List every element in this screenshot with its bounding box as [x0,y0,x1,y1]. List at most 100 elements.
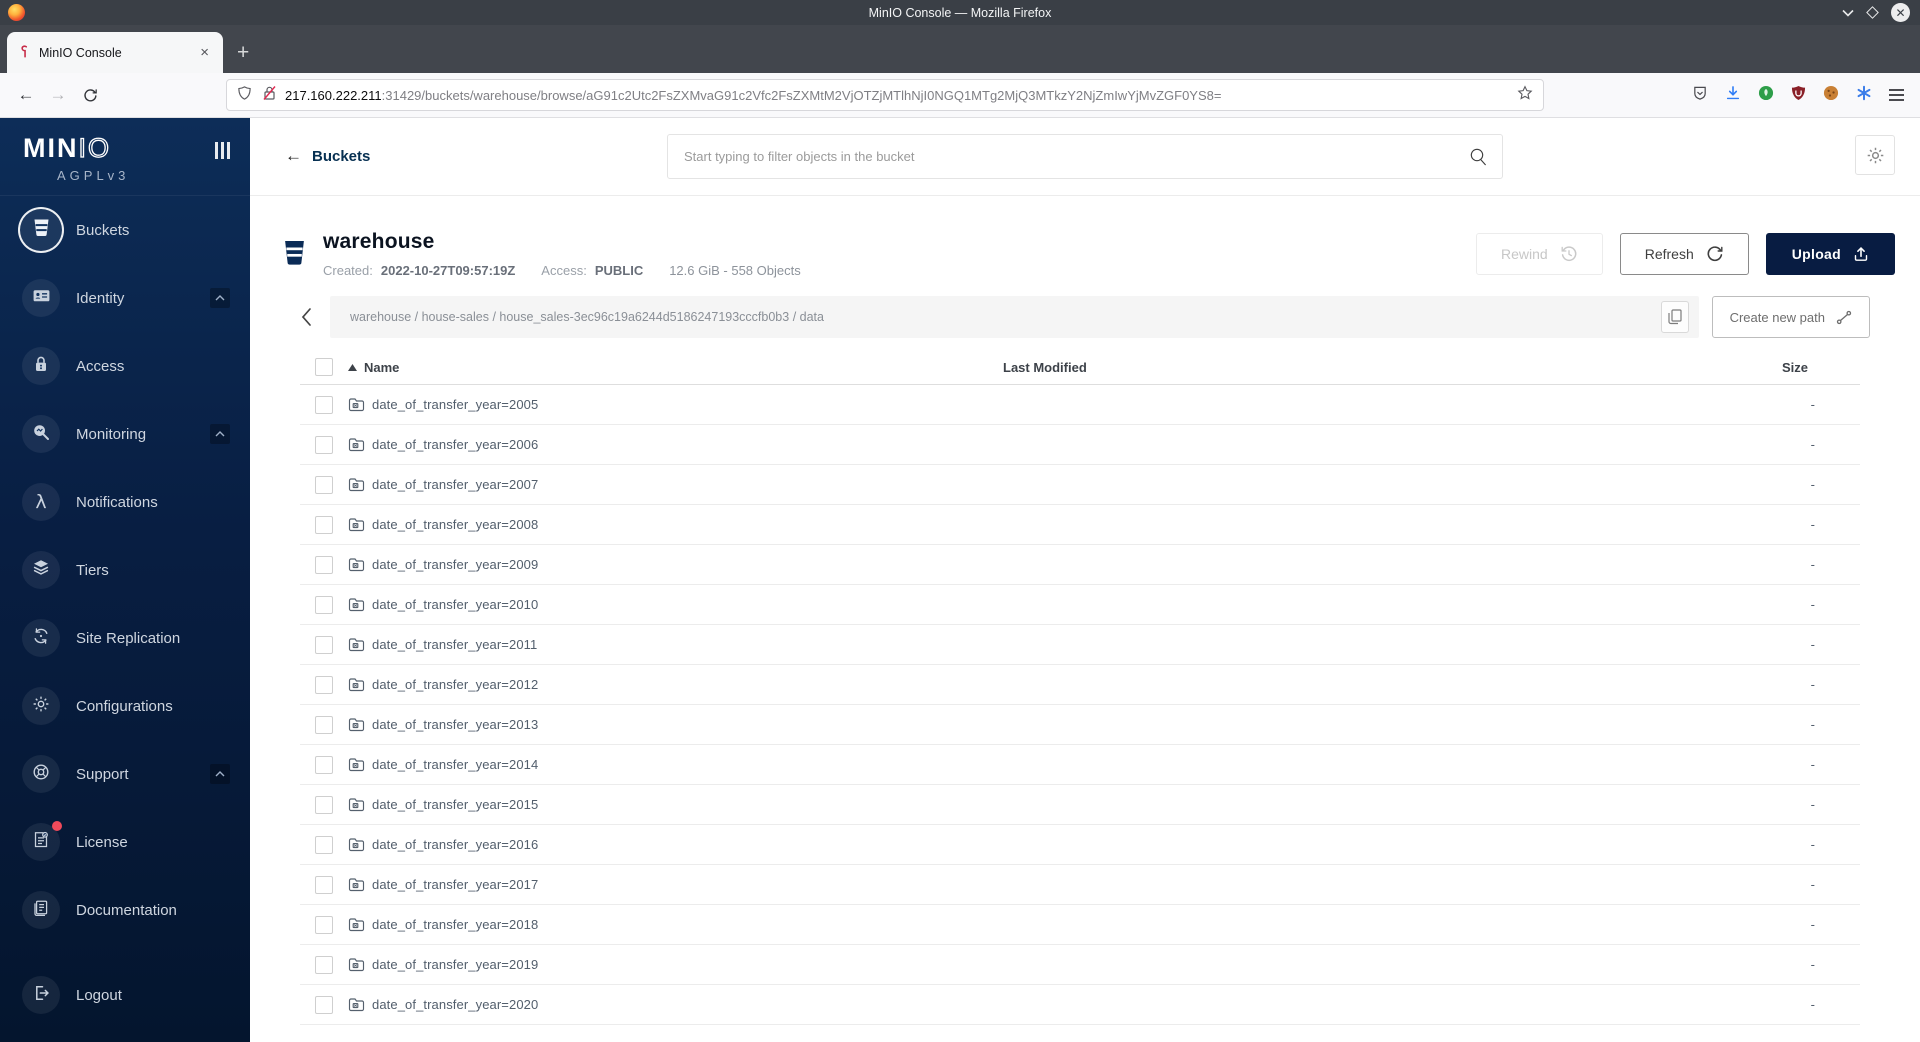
select-all-checkbox[interactable] [315,358,333,376]
monitoring-magnifier-icon [32,423,50,446]
sidebar-item-documentation[interactable]: Documentation [0,876,250,944]
row-checkbox[interactable] [315,955,333,974]
back-to-buckets-link[interactable]: ← Buckets [285,146,370,166]
insecure-lock-icon[interactable] [262,85,277,106]
row-checkbox[interactable] [315,395,333,414]
url-bar[interactable]: 217.160.222.211:31429/buckets/warehouse/… [226,79,1544,111]
sidebar-item-buckets[interactable]: Buckets [0,196,250,264]
window-close-icon[interactable]: ✕ [1891,3,1910,22]
minio-favicon [17,44,31,62]
shield-chevron-icon[interactable] [1692,85,1708,106]
lifebuoy-icon [32,763,50,786]
table-row[interactable]: date_of_transfer_year=2005 - [300,385,1860,425]
row-checkbox[interactable] [315,595,333,614]
row-checkbox[interactable] [315,995,333,1014]
row-checkbox[interactable] [315,475,333,494]
replication-arrows-icon [32,627,50,650]
row-checkbox[interactable] [315,675,333,694]
green-extension-icon[interactable] [1758,85,1774,106]
browser-tab[interactable]: MinIO Console × [7,32,223,73]
table-row[interactable]: date_of_transfer_year=2014 - [300,745,1860,785]
sidebar-item-label: Documentation [76,901,177,919]
browser-tabbar: MinIO Console × + [0,25,1920,73]
table-row[interactable]: date_of_transfer_year=2007 - [300,465,1860,505]
asterisk-extension-icon[interactable] [1856,85,1872,106]
sidebar-collapse-icon[interactable] [214,142,230,159]
last-modified-header[interactable]: Last Modified [1003,360,1748,375]
rewind-button[interactable]: Rewind [1476,233,1603,275]
table-row[interactable]: date_of_transfer_year=2019 - [300,945,1860,985]
sidebar-item-configurations[interactable]: Configurations [0,672,250,740]
sidebar-item-monitoring[interactable]: Monitoring [0,400,250,468]
name-header[interactable]: Name [348,360,1003,375]
table-row[interactable]: date_of_transfer_year=2011 - [300,625,1860,665]
copy-path-button[interactable] [1660,301,1689,333]
refresh-button[interactable]: Refresh [1619,233,1749,275]
size-header[interactable]: Size [1748,360,1860,375]
forward-icon[interactable]: → [42,80,74,110]
search-icon [1468,147,1488,167]
row-checkbox[interactable] [315,515,333,534]
chevron-up-icon[interactable] [210,288,230,308]
object-size: - [1810,837,1815,852]
sidebar-item-license[interactable]: License [0,808,250,876]
sidebar-item-access[interactable]: Access [0,332,250,400]
table-row[interactable]: date_of_transfer_year=2015 - [300,785,1860,825]
new-tab-button[interactable]: + [237,41,249,65]
row-checkbox[interactable] [315,635,333,654]
window-maximize-icon[interactable] [1866,6,1879,19]
sidebar-item-site-replication[interactable]: Site Replication [0,604,250,672]
object-size: - [1810,437,1815,452]
table-row[interactable]: date_of_transfer_year=2016 - [300,825,1860,865]
tracking-shield-icon[interactable] [237,85,252,106]
table-row[interactable]: date_of_transfer_year=2010 - [300,585,1860,625]
object-size: - [1810,957,1815,972]
back-icon[interactable]: ← [10,80,42,110]
row-checkbox[interactable] [315,875,333,894]
table-row[interactable]: date_of_transfer_year=2008 - [300,505,1860,545]
main-content: ← Buckets warehouse Created:2022-10-27T0… [250,118,1920,1042]
table-row[interactable]: date_of_transfer_year=2020 - [300,985,1860,1025]
row-checkbox[interactable] [315,715,333,734]
window-minimize-icon[interactable] [1842,9,1854,17]
sidebar-item-logout[interactable]: Logout [0,961,250,1029]
cookie-extension-icon[interactable] [1823,85,1839,106]
reload-icon[interactable] [74,80,106,110]
create-new-path-button[interactable]: Create new path [1711,296,1870,338]
table-header: Name Last Modified Size [300,350,1860,385]
table-row[interactable]: date_of_transfer_year=2013 - [300,705,1860,745]
row-checkbox[interactable] [315,435,333,454]
table-row[interactable]: date_of_transfer_year=2018 - [300,905,1860,945]
table-row[interactable]: date_of_transfer_year=2009 - [300,545,1860,585]
row-checkbox[interactable] [315,555,333,574]
downloads-icon[interactable] [1725,85,1741,106]
table-row[interactable]: date_of_transfer_year=2006 - [300,425,1860,465]
search-input[interactable] [668,149,1468,164]
settings-gear-button[interactable] [1855,135,1895,175]
chevron-up-icon[interactable] [210,764,230,784]
row-checkbox[interactable] [315,755,333,774]
copy-icon [1667,309,1682,325]
row-checkbox[interactable] [315,915,333,934]
object-name: date_of_transfer_year=2019 [372,957,539,972]
ublock-shield-icon[interactable] [1791,85,1806,106]
upload-button[interactable]: Upload [1765,233,1895,275]
tab-close-icon[interactable]: × [196,44,213,61]
row-checkbox[interactable] [315,835,333,854]
path-back-button[interactable] [300,306,330,328]
menu-hamburger-icon[interactable] [1889,89,1904,101]
object-size: - [1810,917,1815,932]
object-size: - [1810,597,1815,612]
table-row[interactable]: date_of_transfer_year=2012 - [300,665,1860,705]
sidebar-item-notifications[interactable]: λ Notifications [0,468,250,536]
bookmark-star-icon[interactable] [1517,84,1533,106]
chevron-up-icon[interactable] [210,424,230,444]
folder-icon [348,477,365,492]
row-checkbox[interactable] [315,795,333,814]
table-row[interactable]: date_of_transfer_year=2017 - [300,865,1860,905]
sidebar-item-support[interactable]: Support [0,740,250,808]
sidebar-item-tiers[interactable]: Tiers [0,536,250,604]
object-name: date_of_transfer_year=2018 [372,917,539,932]
sidebar-item-identity[interactable]: Identity [0,264,250,332]
breadcrumb-bar: warehouse / house-sales / house_sales-3e… [330,296,1699,338]
